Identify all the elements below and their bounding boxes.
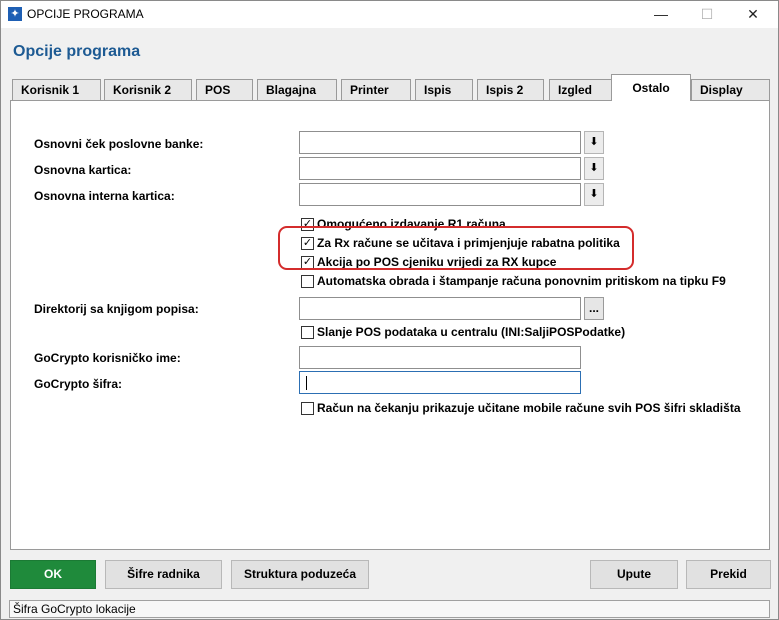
download-arrow-icon: ⬇ (589, 162, 599, 174)
title-bar[interactable]: ✦ OPCIJE PROGRAMA — ☐ ✕ (1, 1, 778, 28)
text-caret (306, 376, 307, 390)
gocrypto-password-label: GoCrypto šifra: (34, 377, 123, 391)
direktorij-field[interactable] (299, 297, 581, 320)
f9-checkbox[interactable] (301, 275, 314, 288)
minimize-button[interactable]: — (638, 1, 684, 28)
prekid-button[interactable]: Prekid (686, 560, 771, 589)
cekanje-checkbox[interactable] (301, 402, 314, 415)
gocrypto-user-label: GoCrypto korisničko ime: (34, 351, 181, 365)
tab-izgled[interactable]: Izgled (549, 79, 613, 100)
interna-kartica-label: Osnovna interna kartica: (34, 189, 175, 203)
options-window: ✦ OPCIJE PROGRAMA — ☐ ✕ Opcije programa … (0, 0, 779, 620)
upute-button[interactable]: Upute (590, 560, 678, 589)
direktorij-label: Direktorij sa knjigom popisa: (34, 302, 199, 316)
red-highlight-annotation (278, 226, 634, 270)
tab-ispis[interactable]: Ispis (415, 79, 473, 100)
interna-kartica-dropdown-button[interactable]: ⬇ (584, 183, 604, 206)
page-title: Opcije programa (13, 43, 141, 60)
slanje-pos-checkbox-label: Slanje POS podataka u centralu (INI:Salj… (317, 325, 626, 339)
slanje-pos-checkbox[interactable] (301, 326, 314, 339)
tab-ostalo[interactable]: Ostalo (611, 74, 691, 101)
gocrypto-password-field[interactable] (299, 371, 581, 394)
cek-dropdown-button[interactable]: ⬇ (584, 131, 604, 154)
tab-blagajna[interactable]: Blagajna (257, 79, 337, 100)
window-title: OPCIJE PROGRAMA (27, 7, 144, 21)
gocrypto-user-field[interactable] (299, 346, 581, 369)
tab-pos[interactable]: POS (196, 79, 253, 100)
tab-ispis-2[interactable]: Ispis 2 (477, 79, 544, 100)
close-button[interactable]: ✕ (730, 1, 776, 28)
kartica-dropdown-button[interactable]: ⬇ (584, 157, 604, 180)
download-arrow-icon: ⬇ (589, 136, 599, 148)
browse-button[interactable]: ... (584, 297, 604, 320)
kartica-label: Osnovna kartica: (34, 163, 132, 177)
tab-display[interactable]: Display (691, 79, 770, 100)
cek-label: Osnovni ček poslovne banke: (34, 137, 204, 151)
tab-korisnik-1[interactable]: Korisnik 1 (12, 79, 101, 100)
struktura-poduzeca-button[interactable]: Struktura poduzeća (231, 560, 369, 589)
status-bar: Šifra GoCrypto lokacije (9, 600, 770, 618)
cekanje-checkbox-label: Račun na čekanju prikazuje učitane mobil… (317, 401, 741, 415)
tab-korisnik-2[interactable]: Korisnik 2 (104, 79, 192, 100)
app-icon: ✦ (8, 7, 22, 21)
tab-printer[interactable]: Printer (341, 79, 411, 100)
maximize-button[interactable]: ☐ (684, 1, 730, 28)
sifre-radnika-button[interactable]: Šifre radnika (105, 560, 222, 589)
interna-kartica-field[interactable] (299, 183, 581, 206)
cek-field[interactable] (299, 131, 581, 154)
download-arrow-icon: ⬇ (589, 188, 599, 200)
kartica-field[interactable] (299, 157, 581, 180)
ok-button[interactable]: OK (10, 560, 96, 589)
f9-checkbox-label: Automatska obrada i štampanje računa pon… (317, 274, 726, 288)
